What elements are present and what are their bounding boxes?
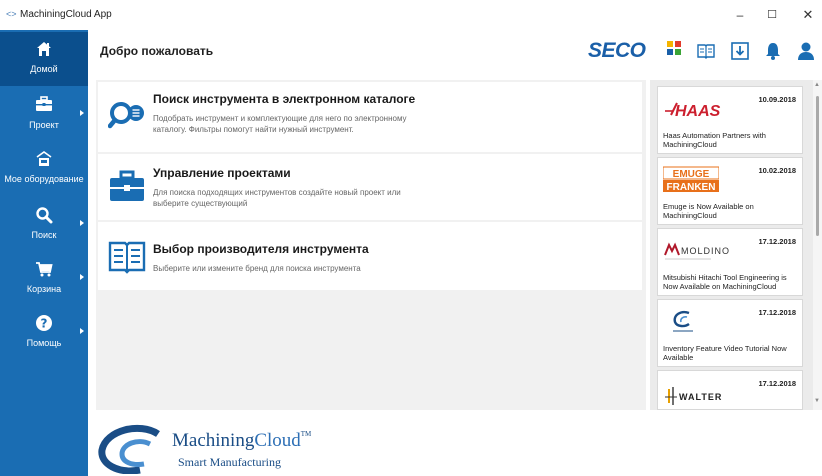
scroll-down-icon[interactable]: ▼ <box>814 398 820 404</box>
walter-logo: WALTER <box>663 379 743 407</box>
sidebar-item-label: Корзина <box>26 284 62 294</box>
card-description: Выберите или измените бренд для поиска и… <box>153 264 361 273</box>
sidebar-item-label: Мое оборудование <box>4 174 84 184</box>
title-bar: <> MachiningCloud App – ☐ ✕ <box>0 0 822 30</box>
user-icon[interactable] <box>796 41 816 61</box>
moldino-logo: MOLDINO <box>663 237 743 265</box>
card-title: Поиск инструмента в электронном каталоге <box>153 92 416 106</box>
sidebar: Домой Проект Мое оборудование Поиск Корз… <box>0 30 88 476</box>
card-title: Управление проектами <box>153 166 291 180</box>
card-description: Для поиска подходящих инструментов созда… <box>153 188 401 208</box>
submenu-arrow-icon <box>80 328 84 334</box>
window-title: MachiningCloud App <box>20 9 112 20</box>
svg-text:HAAS: HAAS <box>675 103 721 120</box>
sidebar-item-cart[interactable]: Корзина <box>0 252 88 306</box>
news-date: 10.09.2018 <box>758 95 796 104</box>
sidebar-item-label: Помощь <box>26 338 62 348</box>
news-item[interactable]: 17.12.2018 Inventory Feature Video Tutor… <box>657 299 803 367</box>
briefcase-icon <box>0 96 88 116</box>
cart-icon <box>0 260 88 280</box>
news-item[interactable]: MOLDINO 17.12.2018 Mitsubishi Hitachi To… <box>657 228 803 296</box>
machiningcloud-footer-logo: MachiningCloudTM Smart Manufacturing <box>96 418 356 474</box>
sidebar-item-label: Поиск <box>31 230 57 240</box>
close-button[interactable]: ✕ <box>796 6 820 24</box>
card-project-management[interactable]: Управление проектами Для поиска подходящ… <box>98 154 642 220</box>
seco-logo[interactable]: SECO <box>588 39 646 63</box>
sidebar-item-help[interactable]: ? Помощь <box>0 306 88 360</box>
sidebar-item-label: Проект <box>29 120 59 130</box>
submenu-arrow-icon <box>80 274 84 280</box>
news-text: Emuge is Now Available on MachiningCloud <box>663 202 754 220</box>
bell-icon[interactable] <box>763 41 783 61</box>
sidebar-item-search[interactable]: Поиск <box>0 198 88 252</box>
search-icon <box>0 206 88 226</box>
minimize-button[interactable]: – <box>728 6 752 24</box>
svg-text:FRANKEN: FRANKEN <box>667 182 716 193</box>
help-icon: ? <box>0 314 88 334</box>
sidebar-item-home[interactable]: Домой <box>0 32 88 86</box>
catalog-search-icon <box>108 102 144 129</box>
machiningcloud-logo <box>663 308 703 336</box>
download-icon[interactable] <box>730 41 750 61</box>
brand-tagline: Smart Manufacturing <box>178 455 281 469</box>
svg-text:WALTER: WALTER <box>679 392 722 402</box>
brand-name: MachiningCloudTM <box>172 430 312 451</box>
news-panel: HAAS 10.09.2018 Haas Automation Partners… <box>650 80 822 410</box>
main-content: Поиск инструмента в электронном каталоге… <box>96 80 646 410</box>
news-scrollbar[interactable]: ▲ ▼ <box>813 80 822 410</box>
open-book-icon <box>108 241 146 274</box>
seco-logo-squares-icon <box>667 41 681 55</box>
news-date: 17.12.2018 <box>758 237 796 246</box>
news-date: 10.02.2018 <box>758 166 796 175</box>
news-date: 17.12.2018 <box>758 308 796 317</box>
svg-text:?: ? <box>41 317 48 331</box>
scroll-thumb[interactable] <box>816 96 819 236</box>
home-icon <box>0 40 88 60</box>
news-text: Inventory Feature Video Tutorial Now Ava… <box>663 344 787 362</box>
svg-text:MOLDINO: MOLDINO <box>681 246 730 256</box>
submenu-arrow-icon <box>80 220 84 226</box>
svg-text:EMUGE: EMUGE <box>673 169 710 180</box>
card-title: Выбор производителя инструмента <box>153 242 369 256</box>
card-catalog-search[interactable]: Поиск инструмента в электронном каталоге… <box>98 82 642 152</box>
briefcase-icon <box>110 170 144 201</box>
machine-icon <box>0 150 88 170</box>
news-item[interactable]: EMUGE FRANKEN 10.02.2018 Emuge is Now Av… <box>657 157 803 225</box>
machiningcloud-swirl-icon <box>98 424 160 474</box>
sidebar-item-label: Домой <box>30 64 58 74</box>
catalog-book-icon[interactable] <box>696 41 716 61</box>
app-logo-icon: <> <box>6 9 17 19</box>
haas-logo: HAAS <box>663 95 743 123</box>
scroll-up-icon[interactable]: ▲ <box>814 82 820 88</box>
news-item[interactable]: WALTER 17.12.2018 <box>657 370 803 410</box>
news-text: Haas Automation Partners with MachiningC… <box>663 131 766 149</box>
news-item[interactable]: HAAS 10.09.2018 Haas Automation Partners… <box>657 86 803 154</box>
header: Добро пожаловать SECO <box>88 30 822 76</box>
card-description: Подобрать инструмент и комплектующие для… <box>153 114 407 134</box>
app-window: <> MachiningCloud App – ☐ ✕ Домой Проект <box>0 0 822 476</box>
sidebar-item-project[interactable]: Проект <box>0 88 88 142</box>
news-text: Mitsubishi Hitachi Tool Engineering is N… <box>663 273 787 291</box>
card-manufacturer-select[interactable]: Выбор производителя инструмента Выберите… <box>98 222 642 290</box>
maximize-button[interactable]: ☐ <box>760 6 784 24</box>
emuge-franken-logo: EMUGE FRANKEN <box>662 166 720 194</box>
page-title: Добро пожаловать <box>100 44 214 58</box>
news-date: 17.12.2018 <box>758 379 796 388</box>
submenu-arrow-icon <box>80 110 84 116</box>
sidebar-item-my-equipment[interactable]: Мое оборудование <box>0 142 88 196</box>
